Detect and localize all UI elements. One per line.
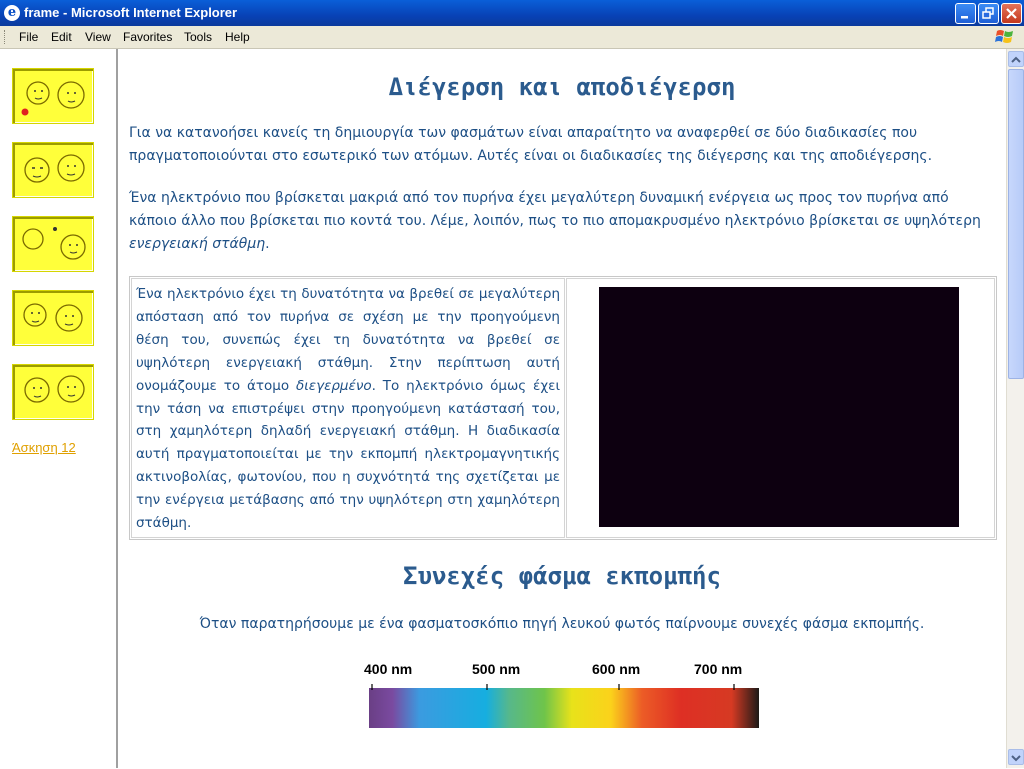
table-text-cell: Ένα ηλεκτρόνιο έχει τη δυνατότητα να βρε…	[131, 278, 565, 538]
title-bar: e frame - Microsoft Internet Explorer	[0, 0, 1024, 26]
paragraph-energy-text: Ένα ηλεκτρόνιο που βρίσκεται μακριά από …	[129, 190, 981, 229]
close-button[interactable]	[1001, 3, 1022, 24]
paragraph-energy-end: .	[265, 236, 270, 252]
arrow-down-icon	[1011, 755, 1021, 762]
nav-button-3[interactable]	[12, 216, 94, 272]
toolbar-grip[interactable]	[4, 30, 8, 44]
menu-bar: File Edit View Favorites Tools Help	[0, 26, 1024, 49]
spectrum-caption: Όταν παρατηρήσουμε με ένα φασματοσκόπιο …	[199, 616, 925, 632]
nav-button-5[interactable]	[12, 364, 94, 420]
cartoon-faces-icon	[23, 303, 83, 332]
window-title: frame - Microsoft Internet Explorer	[24, 5, 238, 20]
nav-button-1[interactable]	[12, 68, 94, 124]
content-table: Ένα ηλεκτρόνιο έχει τη δυνατότητα να βρε…	[129, 276, 997, 540]
excitation-explanation: Ένα ηλεκτρόνιο έχει τη δυνατότητα να βρε…	[136, 283, 560, 535]
explanation-text-b: . Το ηλεκτρόνιο όμως έχει την τάση να επ…	[136, 377, 561, 532]
paragraph-energy-level: Ένα ηλεκτρόνιο που βρίσκεται μακριά από …	[129, 187, 989, 256]
energy-level-term: ενεργειακή στάθμη	[129, 236, 266, 252]
nav-button-4[interactable]	[12, 290, 94, 346]
left-frame: Άσκηση 12	[0, 49, 118, 768]
scroll-down-button[interactable]	[1008, 749, 1024, 765]
menu-favorites[interactable]: Favorites	[123, 30, 172, 44]
label-500nm: 500 nm	[472, 661, 521, 677]
menu-edit[interactable]: Edit	[51, 30, 72, 44]
excited-term: διεγερμένο	[295, 377, 372, 394]
label-400nm: 400 nm	[364, 661, 413, 677]
main-frame: Διέγερση και αποδιέγερση Για να κατανοήσ…	[118, 49, 1006, 768]
label-700nm: 700 nm	[694, 661, 743, 677]
scroll-thumb[interactable]	[1008, 69, 1024, 379]
arrow-up-icon	[1011, 56, 1021, 63]
heading-continuous-spectrum: Συνεχές φάσμα εκπομπής	[403, 562, 721, 590]
label-600nm: 600 nm	[592, 661, 641, 677]
menu-file[interactable]: File	[19, 30, 38, 44]
menu-help[interactable]: Help	[225, 30, 250, 44]
exercise-12-link[interactable]: Άσκηση 12	[12, 440, 76, 455]
nav-button-2[interactable]	[12, 142, 94, 198]
table-media-cell	[566, 278, 995, 538]
restore-button[interactable]	[978, 3, 999, 24]
animation-frame[interactable]	[599, 287, 959, 527]
cartoon-faces-icon	[22, 227, 86, 260]
minimize-button[interactable]	[955, 3, 976, 24]
windows-logo-icon	[995, 30, 1013, 43]
ie-logo-icon: e	[4, 5, 20, 21]
vertical-scrollbar[interactable]	[1006, 49, 1024, 768]
cartoon-faces-icon	[24, 154, 85, 183]
heading-excitation: Διέγερση και αποδιέγερση	[388, 73, 736, 101]
continuous-spectrum-image	[369, 684, 759, 728]
paragraph-intro: Για να κατανοήσει κανείς τη δημιουργία τ…	[129, 125, 933, 164]
scroll-up-button[interactable]	[1008, 51, 1024, 67]
menu-view[interactable]: View	[85, 30, 111, 44]
cartoon-faces-icon	[21, 81, 85, 116]
cartoon-faces-icon	[24, 375, 85, 403]
menu-tools[interactable]: Tools	[184, 30, 212, 44]
